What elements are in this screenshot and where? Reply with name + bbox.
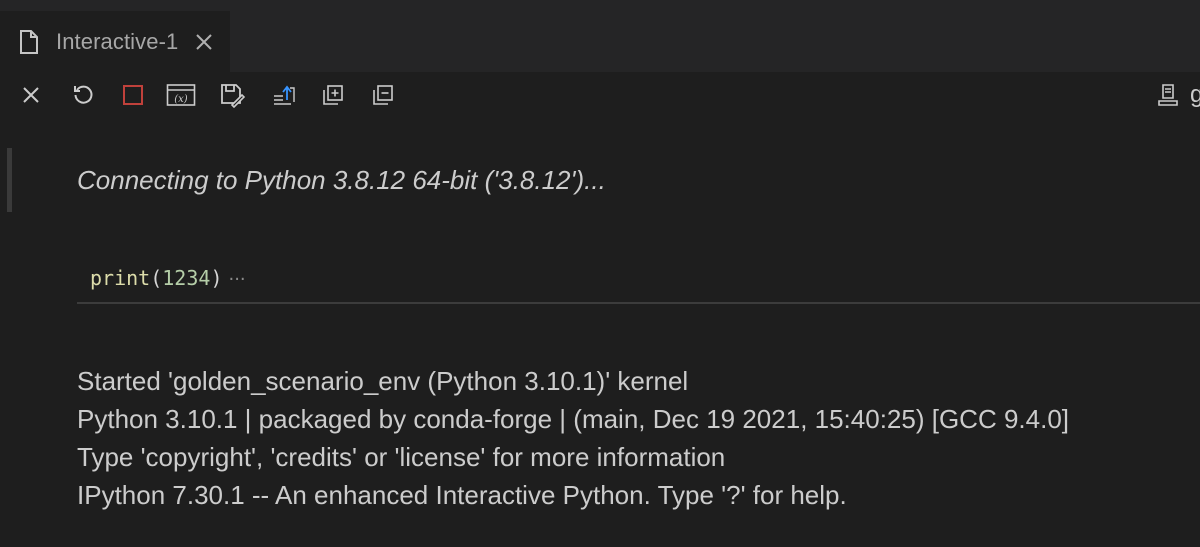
- kernel-name-text[interactable]: g: [1190, 81, 1200, 109]
- cell-divider: [77, 302, 1200, 304]
- expand-icon: [323, 85, 343, 105]
- cell-focus-marker: [7, 148, 12, 212]
- output-line: IPython 7.30.1 -- An enhanced Interactiv…: [77, 480, 847, 510]
- variables-icon: (x): [166, 84, 196, 106]
- svg-text:(x): (x): [174, 94, 188, 105]
- save-button[interactable]: [216, 80, 248, 110]
- output-line: Started 'golden_scenario_env (Python 3.1…: [77, 366, 689, 396]
- code-cell-input[interactable]: print(1234) ···: [90, 266, 246, 290]
- tab-label: Interactive-1: [56, 28, 179, 54]
- restart-kernel-button[interactable]: [67, 80, 99, 110]
- collapse-icon: [373, 85, 393, 105]
- expand-all-button[interactable]: [317, 80, 349, 110]
- kernel-icon: [1158, 84, 1178, 106]
- code-open-paren: (: [150, 266, 163, 290]
- collapse-all-button[interactable]: [367, 80, 399, 110]
- save-icon: [221, 84, 245, 108]
- code-close-paren: ): [210, 266, 223, 290]
- stop-icon: [123, 85, 143, 105]
- file-icon: [18, 29, 40, 55]
- variables-button[interactable]: (x): [165, 80, 197, 110]
- code-argument: 1234: [162, 266, 211, 290]
- output-line: Python 3.10.1 | packaged by conda-forge …: [77, 404, 1069, 434]
- connecting-message: Connecting to Python 3.8.12 64-bit ('3.8…: [77, 165, 606, 195]
- code-function: print: [90, 266, 151, 290]
- interrupt-kernel-button[interactable]: [117, 80, 149, 110]
- kernel-output: Started 'golden_scenario_env (Python 3.1…: [77, 362, 1069, 514]
- export-button[interactable]: [268, 80, 300, 110]
- tab-interactive[interactable]: Interactive-1: [0, 11, 230, 72]
- close-icon[interactable]: [192, 30, 216, 54]
- kernel-button[interactable]: [1152, 80, 1184, 110]
- interactive-toolbar: (x) g: [0, 72, 1200, 120]
- tab-bar: Interactive-1: [0, 11, 1200, 72]
- output-line: Type 'copyright', 'credits' or 'license'…: [77, 442, 726, 472]
- clear-all-button[interactable]: [15, 80, 47, 110]
- restart-icon: [74, 85, 93, 104]
- more-actions-icon[interactable]: ···: [228, 269, 245, 290]
- export-icon: [274, 85, 295, 105]
- close-icon: [23, 87, 39, 103]
- title-strip: [0, 0, 1200, 11]
